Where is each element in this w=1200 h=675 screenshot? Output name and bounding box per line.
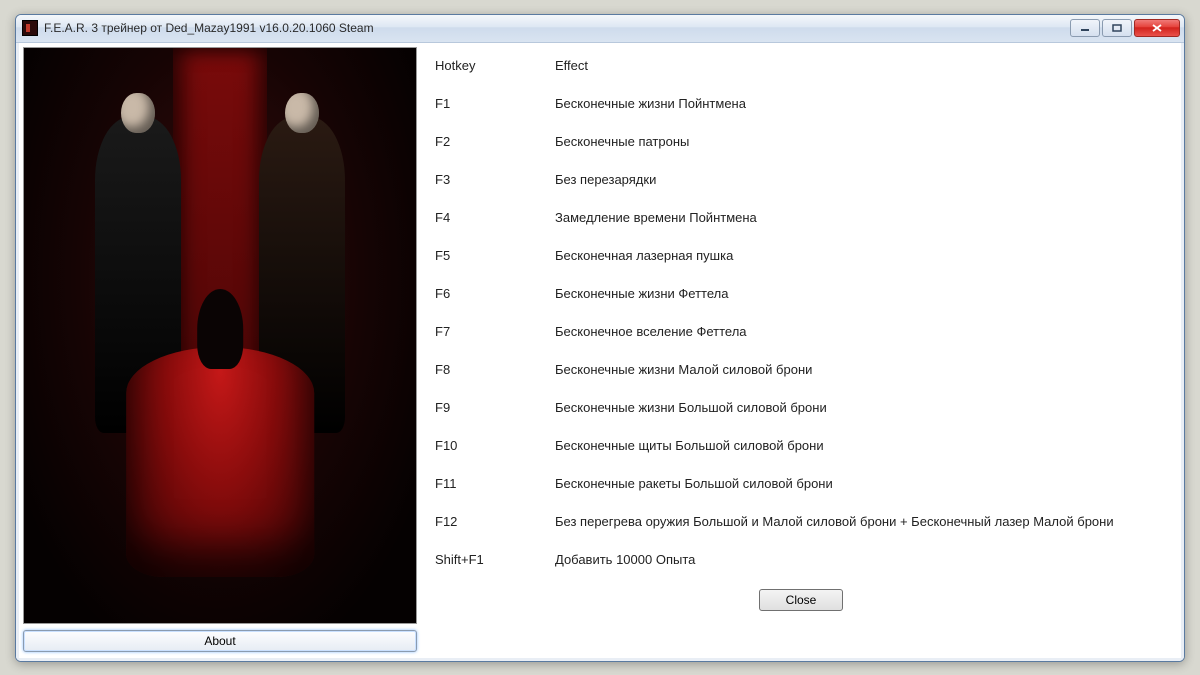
hotkey-cell: F12 bbox=[435, 514, 555, 529]
table-row: F5Бесконечная лазерная пушка bbox=[435, 243, 1167, 281]
effect-cell: Добавить 10000 Опыта bbox=[555, 552, 1167, 567]
effect-cell: Бесконечное вселение Феттела bbox=[555, 324, 1167, 339]
close-button[interactable]: Close bbox=[759, 589, 843, 611]
maximize-icon bbox=[1112, 24, 1122, 32]
table-row: F1Бесконечные жизни Пойнтмена bbox=[435, 91, 1167, 129]
table-row: F12Без перегрева оружия Большой и Малой … bbox=[435, 509, 1167, 547]
hotkey-cell: F7 bbox=[435, 324, 555, 339]
effect-cell: Бесконечные щиты Большой силовой брони bbox=[555, 438, 1167, 453]
right-pane: Hotkey Effect F1Бесконечные жизни Пойнтм… bbox=[421, 43, 1181, 658]
effect-cell: Бесконечная лазерная пушка bbox=[555, 248, 1167, 263]
hotkey-cell: F4 bbox=[435, 210, 555, 225]
table-row: F11Бесконечные ракеты Большой силовой бр… bbox=[435, 471, 1167, 509]
effect-cell: Бесконечные жизни Феттела bbox=[555, 286, 1167, 301]
hotkey-cell: F2 bbox=[435, 134, 555, 149]
effect-cell: Бесконечные ракеты Большой силовой брони bbox=[555, 476, 1167, 491]
effect-cell: Бесконечные жизни Большой силовой брони bbox=[555, 400, 1167, 415]
table-row: Shift+F1Добавить 10000 Опыта bbox=[435, 547, 1167, 585]
hotkey-cell: F3 bbox=[435, 172, 555, 187]
hotkey-cell: F11 bbox=[435, 476, 555, 491]
effect-cell: Без перегрева оружия Большой и Малой сил… bbox=[555, 514, 1167, 529]
effect-cell: Без перезарядки bbox=[555, 172, 1167, 187]
effect-cell: Бесконечные жизни Пойнтмена bbox=[555, 96, 1167, 111]
hotkey-cell: F1 bbox=[435, 96, 555, 111]
hotkey-cell: F9 bbox=[435, 400, 555, 415]
footer: Close bbox=[435, 585, 1167, 613]
about-button[interactable]: About bbox=[23, 630, 417, 652]
titlebar[interactable]: F.E.A.R. 3 трейнер от Ded_Mazay1991 v16.… bbox=[16, 15, 1184, 43]
table-row: F10Бесконечные щиты Большой силовой брон… bbox=[435, 433, 1167, 471]
left-pane: About bbox=[19, 43, 421, 658]
client-area: About Hotkey Effect F1Бесконечные жизни … bbox=[16, 43, 1184, 661]
hotkey-cell: Shift+F1 bbox=[435, 552, 555, 567]
maximize-button[interactable] bbox=[1102, 19, 1132, 37]
header-hotkey: Hotkey bbox=[435, 58, 555, 73]
table-row: F9Бесконечные жизни Большой силовой брон… bbox=[435, 395, 1167, 433]
minimize-button[interactable] bbox=[1070, 19, 1100, 37]
table-header: Hotkey Effect bbox=[435, 53, 1167, 91]
table-row: F3Без перезарядки bbox=[435, 167, 1167, 205]
app-icon bbox=[22, 20, 38, 36]
hotkey-cell: F5 bbox=[435, 248, 555, 263]
table-row: F4Замедление времени Пойнтмена bbox=[435, 205, 1167, 243]
effect-cell: Бесконечные жизни Малой силовой брони bbox=[555, 362, 1167, 377]
hotkey-cell: F10 bbox=[435, 438, 555, 453]
minimize-icon bbox=[1080, 24, 1090, 32]
table-row: F7Бесконечное вселение Феттела bbox=[435, 319, 1167, 357]
effect-cell: Замедление времени Пойнтмена bbox=[555, 210, 1167, 225]
close-window-button[interactable] bbox=[1134, 19, 1180, 37]
table-row: F8Бесконечные жизни Малой силовой брони bbox=[435, 357, 1167, 395]
app-window: F.E.A.R. 3 трейнер от Ded_Mazay1991 v16.… bbox=[15, 14, 1185, 662]
effect-cell: Бесконечные патроны bbox=[555, 134, 1167, 149]
table-row: F6Бесконечные жизни Феттела bbox=[435, 281, 1167, 319]
hotkey-cell: F6 bbox=[435, 286, 555, 301]
game-artwork bbox=[23, 47, 417, 624]
cheat-list: F1Бесконечные жизни ПойнтменаF2Бесконечн… bbox=[435, 91, 1167, 585]
table-row: F2Бесконечные патроны bbox=[435, 129, 1167, 167]
close-icon bbox=[1152, 24, 1162, 32]
hotkey-cell: F8 bbox=[435, 362, 555, 377]
window-title: F.E.A.R. 3 трейнер от Ded_Mazay1991 v16.… bbox=[44, 21, 1068, 35]
window-controls bbox=[1068, 19, 1180, 37]
header-effect: Effect bbox=[555, 58, 1167, 73]
